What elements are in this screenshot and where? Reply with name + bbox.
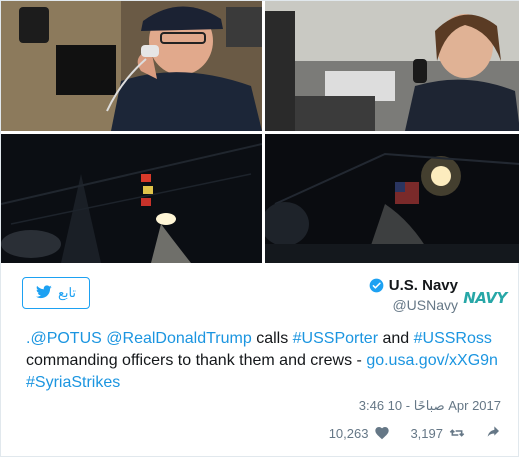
photo-officer-phone-2[interactable] <box>265 1 519 131</box>
tweet-text: .@POTUS @RealDonaldTrump calls #USSPorte… <box>26 328 506 394</box>
tweet-text-segment: calls <box>251 330 293 347</box>
photo-missile-launch-2[interactable] <box>265 134 519 263</box>
author-handle[interactable]: @USNavy <box>369 297 458 313</box>
twitter-bird-icon <box>35 284 52 302</box>
tweet-author[interactable]: U.S. Navy @USNavy NAVY <box>369 275 507 319</box>
heart-icon <box>374 425 390 441</box>
retweet-action[interactable]: 3,197 <box>410 425 465 441</box>
tweet-link[interactable]: go.usa.gov/xXG9n <box>366 352 498 369</box>
avatar-logo-text: NAVY <box>463 289 507 307</box>
like-count: 10,263 <box>328 425 369 441</box>
photo-grid <box>1 1 519 263</box>
mention-potus[interactable]: .@POTUS <box>26 330 102 347</box>
reply-action[interactable] <box>485 425 501 441</box>
tweet-text-segment: and <box>378 330 414 347</box>
like-action[interactable]: 10,263 <box>329 425 391 441</box>
mention-realdonaldtrump[interactable]: @RealDonaldTrump <box>106 330 251 347</box>
hashtag-syriastrikes[interactable]: #SyriaStrikes <box>26 374 120 391</box>
retweet-count: 3,197 <box>410 425 443 441</box>
verified-badge-icon <box>369 278 384 293</box>
follow-button[interactable]: تابع <box>22 277 90 309</box>
photo-missile-launch-1[interactable] <box>1 134 262 263</box>
follow-label: تابع <box>57 285 77 300</box>
hashtag-ussporter[interactable]: #USSPorter <box>293 330 378 347</box>
tweet-text-segment: commanding officers to thank them and cr… <box>26 352 367 369</box>
tweet-timestamp[interactable]: 3:46 صباحًا - 10 Apr 2017 <box>359 398 501 414</box>
tweet-card: تابع U.S. Navy @USNavy NAVY .@POTUS @Rea… <box>0 0 519 457</box>
author-names: U.S. Navy @USNavy <box>369 277 458 313</box>
photo-officer-phone-1[interactable] <box>1 1 262 131</box>
author-avatar[interactable]: NAVY <box>463 279 507 317</box>
hashtag-ussross[interactable]: #USSRoss <box>414 330 492 347</box>
author-display-name[interactable]: U.S. Navy <box>389 277 458 294</box>
tweet-actions: 10,263 3,197 <box>329 425 501 441</box>
reply-icon <box>485 425 501 441</box>
retweet-icon <box>449 425 465 441</box>
